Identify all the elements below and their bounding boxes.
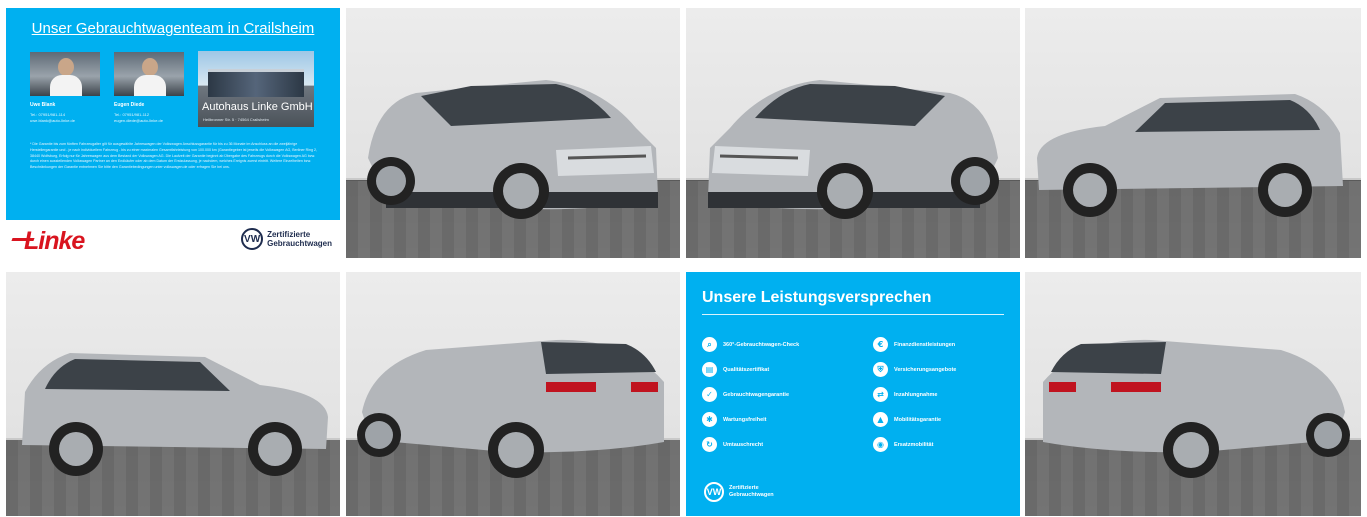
vw-certified-badge: VW Zertifizierte Gebrauchtwagen (704, 482, 774, 502)
team-card-footer: Linke VW Zertifizierte Gebrauchtwagen (6, 220, 340, 258)
search-icon: ⌕ (702, 337, 717, 352)
team-member-email: uwe.blank@auto-linke.de (30, 118, 75, 123)
promise-divider (702, 314, 1004, 315)
car-front-left-image (367, 80, 658, 219)
car-icon: ◉ (873, 437, 888, 452)
promise-card-title: Unsere Leistungsversprechen (702, 289, 932, 306)
avatar (114, 52, 184, 96)
team-member: Uwe Blank Tel.: 07951/981-114 uwe.blank@… (30, 52, 100, 124)
certificate-icon: ▤ (702, 362, 717, 377)
car-side-left-image (1037, 94, 1343, 217)
vw-logo-icon: VW (704, 482, 724, 502)
vw-logo-icon: VW (241, 228, 264, 250)
shield-icon: ⛨ (873, 362, 888, 377)
vw-certified-label: Zertifizierte Gebrauchtwagen (267, 230, 332, 248)
dealer-name: Autohaus Linke GmbH (202, 101, 313, 113)
image-gallery: Unser Gebrauchtwagenteam in Crailsheim U… (0, 0, 1367, 517)
linke-logo: Linke (24, 227, 85, 255)
warranty-disclaimer: * Die Garantie bis zum fünften Fahrzeuga… (30, 142, 318, 170)
promise-item: ⇄ Inzahlungnahme (873, 387, 937, 402)
promise-card[interactable]: Unsere Leistungsversprechen ⌕ 360°-Gebrau… (686, 272, 1020, 516)
car-rear-left-image (357, 339, 664, 478)
promise-item: ▲ Mobilitätsgarantie (873, 412, 941, 427)
car-rear-right-image (1043, 339, 1350, 478)
promise-item: ↻ Umtauschrecht (702, 437, 763, 452)
car-exchange-icon: ⇄ (873, 387, 888, 402)
promise-item: ◉ Ersatzmobilität (873, 437, 933, 452)
dealership-photo: Autohaus Linke GmbH Heilbronner Str. 5 ·… (198, 51, 314, 127)
front-right-photo[interactable] (686, 8, 1020, 258)
promise-item: € Finanzdienstleistungen (873, 337, 955, 352)
team-member-email: eugen.diede@auto-linke.de (114, 118, 163, 123)
vw-certified-label: Zertifizierte Gebrauchtwagen (729, 485, 774, 498)
dealer-address: Heilbronner Str. 5 · 74564 Crailsheim (203, 117, 269, 122)
team-member-name: Eugen Diede (114, 102, 145, 108)
car-front-right-image (708, 80, 999, 219)
promise-item: ▤ Qualitätszertifikat (702, 362, 769, 377)
check-shield-icon: ✓ (702, 387, 717, 402)
promise-item: ✱ Wartungsfreiheit (702, 412, 767, 427)
team-card-title: Unser Gebrauchtwagenteam in Crailsheim (31, 20, 315, 37)
vw-certified-badge: VW Zertifizierte Gebrauchtwagen (241, 228, 332, 250)
promise-item: ⌕ 360°-Gebrauchtwagen-Check (702, 337, 799, 352)
team-card[interactable]: Unser Gebrauchtwagenteam in Crailsheim U… (6, 8, 340, 258)
wrench-icon: ✱ (702, 412, 717, 427)
swap-icon: ↻ (702, 437, 717, 452)
road-icon: ▲ (873, 412, 888, 427)
avatar (30, 52, 100, 96)
team-member: Eugen Diede Tel.: 07951/981-112 eugen.di… (114, 52, 184, 124)
promise-item: ✓ Gebrauchtwagengarantie (702, 387, 789, 402)
team-card-panel: Unser Gebrauchtwagenteam in Crailsheim U… (6, 8, 340, 220)
front-left-photo[interactable] (346, 8, 680, 258)
coins-icon: € (873, 337, 888, 352)
side-right-photo[interactable] (6, 272, 340, 516)
side-left-photo[interactable] (1025, 8, 1361, 258)
rear-right-photo[interactable] (1025, 272, 1361, 516)
rear-left-photo[interactable] (346, 272, 680, 516)
car-side-right-image (22, 353, 328, 476)
promise-item: ⛨ Versicherungsangebote (873, 362, 956, 377)
team-member-name: Uwe Blank (30, 102, 56, 108)
